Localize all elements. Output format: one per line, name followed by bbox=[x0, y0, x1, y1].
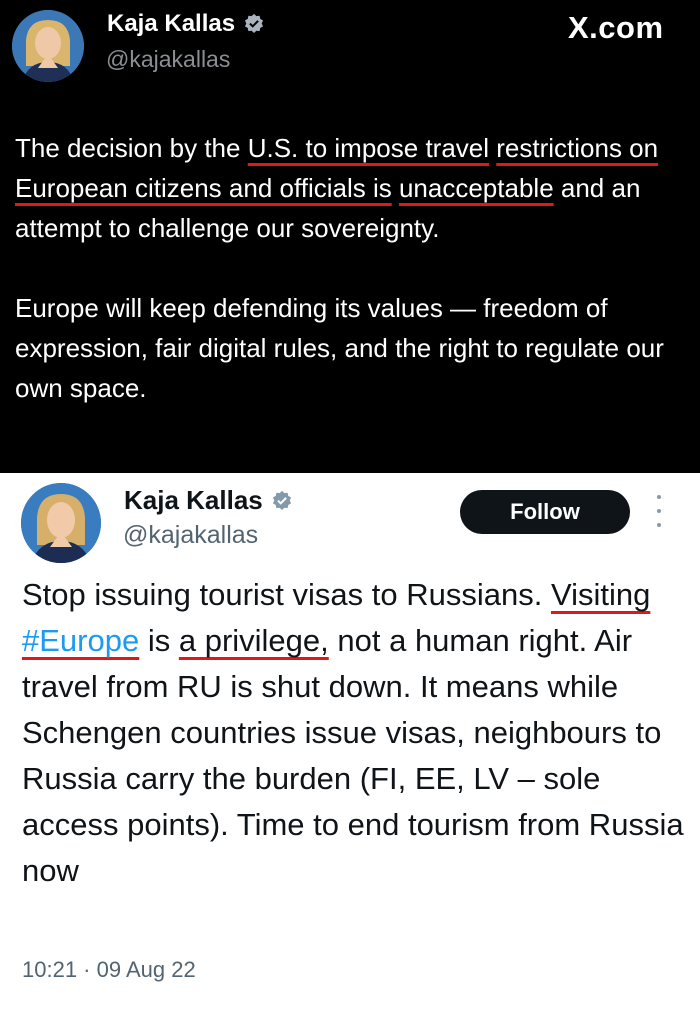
tweet-text: The decision by the U.S. to impose trave… bbox=[15, 128, 695, 408]
underlined-text: U.S. to impose travel bbox=[247, 133, 490, 163]
follow-button[interactable]: Follow bbox=[460, 490, 630, 534]
author-name[interactable]: Kaja Kallas bbox=[107, 10, 235, 38]
text-span: Stop issuing tourist visas to Russians. bbox=[22, 577, 551, 612]
underlined-text: a privilege, bbox=[178, 623, 329, 658]
author-handle[interactable]: @kajakallas bbox=[106, 46, 230, 73]
underlined-text: unacceptable bbox=[398, 173, 554, 203]
bottom-tweet-card: Kaja Kallas @kajakallas Follow Stop issu… bbox=[0, 473, 700, 1009]
avatar[interactable] bbox=[12, 10, 84, 82]
text-span: The decision by the bbox=[15, 133, 248, 163]
tweet-paragraph-1: The decision by the U.S. to impose trave… bbox=[15, 128, 695, 248]
text-span: is bbox=[139, 623, 179, 658]
tweet-paragraph-2: Europe will keep defending its values — … bbox=[15, 293, 664, 403]
author-name-row[interactable]: Kaja Kallas bbox=[124, 485, 293, 516]
underlined-text: Visiting bbox=[550, 577, 651, 612]
avatar-portrait-icon bbox=[12, 10, 84, 82]
text-span: not a human right. Air travel from RU is… bbox=[22, 623, 684, 888]
timestamp[interactable]: 10:21 · 09 Aug 22 bbox=[22, 957, 196, 983]
site-label: X.com bbox=[568, 10, 664, 45]
author-handle[interactable]: @kajakallas bbox=[123, 521, 258, 550]
verified-badge-icon bbox=[245, 13, 264, 33]
tweet-text: Stop issuing tourist visas to Russians. … bbox=[22, 572, 692, 894]
top-tweet-card: Kaja Kallas @kajakallas X.com The decisi… bbox=[0, 0, 700, 473]
author-name-row[interactable]: Kaja Kallas bbox=[107, 10, 265, 38]
avatar[interactable] bbox=[21, 483, 101, 563]
verified-badge-icon bbox=[272, 490, 291, 510]
more-options-icon[interactable] bbox=[652, 495, 666, 527]
avatar-portrait-icon bbox=[21, 483, 101, 563]
author-name[interactable]: Kaja Kallas bbox=[124, 485, 263, 516]
hashtag-link[interactable]: #Europe bbox=[22, 623, 139, 658]
